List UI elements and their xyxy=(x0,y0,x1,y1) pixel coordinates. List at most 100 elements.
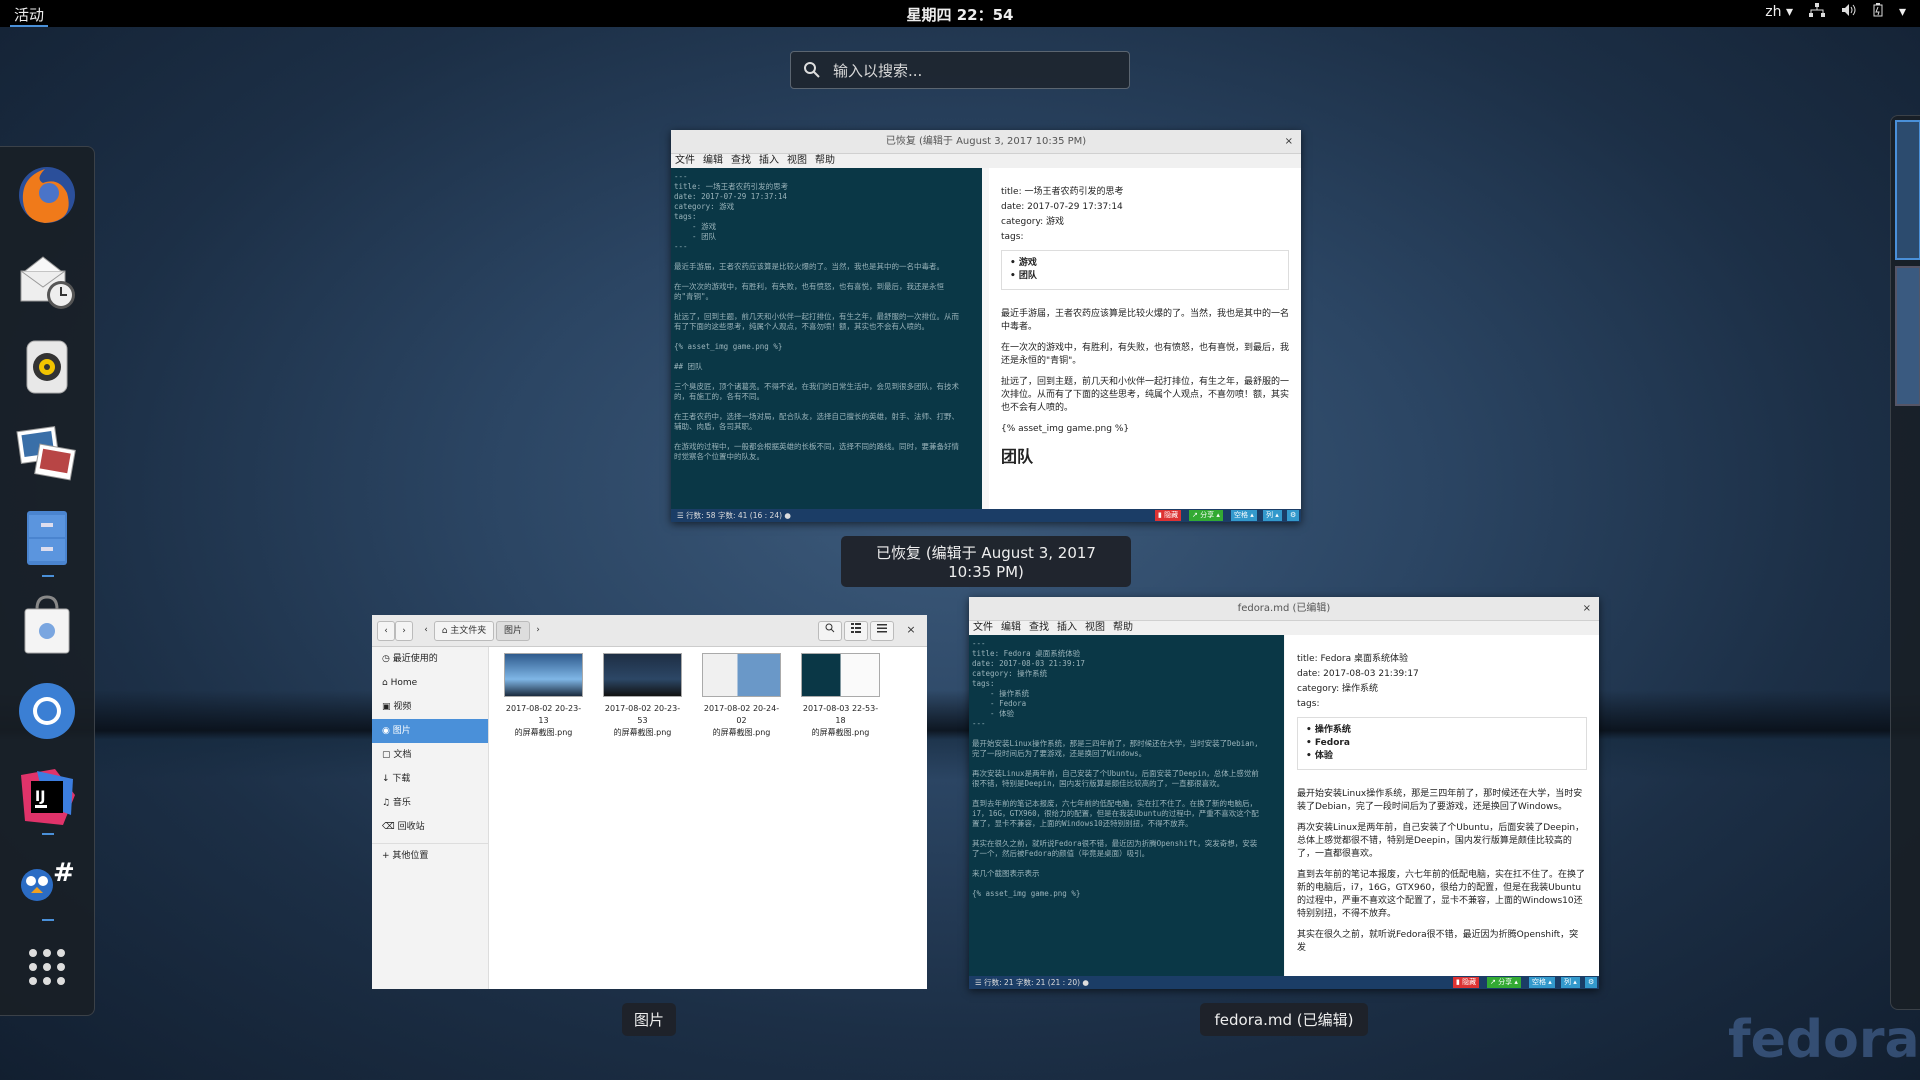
language-indicator[interactable]: zh ▾ xyxy=(1765,4,1793,20)
window-titlebar[interactable]: fedora.md (已编辑) × xyxy=(969,597,1599,621)
hide-button[interactable]: ▮ 隐藏 xyxy=(1453,977,1480,988)
close-icon[interactable]: × xyxy=(902,621,920,641)
file-thumbnail xyxy=(504,653,583,697)
window-caption[interactable]: fedora.md (已编辑) xyxy=(1200,1003,1368,1036)
columns-button[interactable]: 列 ▴ xyxy=(1263,510,1282,521)
sidebar-item-pictures[interactable]: ◉ 图片 xyxy=(372,719,488,743)
share-button[interactable]: ↗ 分享 ▴ xyxy=(1487,977,1521,988)
battery-icon[interactable] xyxy=(1873,3,1883,21)
preview-tag-list: • 游戏 • 团队 xyxy=(1001,250,1289,290)
file-item[interactable]: 2017-08-02 20-24-02 的屏幕截图.png xyxy=(702,653,781,739)
view-mode-button[interactable] xyxy=(844,621,868,641)
menu-file[interactable]: 文件 xyxy=(675,154,695,168)
sidebar-item-home[interactable]: ⌂ Home xyxy=(372,671,488,695)
monodevelop-icon[interactable]: # xyxy=(15,851,79,915)
menu-edit[interactable]: 编辑 xyxy=(703,154,723,168)
window-titlebar[interactable]: 已恢复 (编辑于 August 3, 2017 10:35 PM) × xyxy=(671,130,1301,154)
file-item[interactable]: 2017-08-03 22-53-18 的屏幕截图.png xyxy=(801,653,880,739)
sidebar-item-documents[interactable]: ▢ 文档 xyxy=(372,743,488,767)
file-thumbnail xyxy=(702,653,781,697)
preview-tag: 团队 xyxy=(1018,271,1037,281)
preview-date-line: date: 2017-08-03 21:39:17 xyxy=(1297,669,1419,679)
file-name: 2017-08-03 22-53-18 的屏幕截图.png xyxy=(802,704,879,737)
sidebar-item-recent[interactable]: ◷ 最近使用的 xyxy=(372,647,488,671)
fedora-watermark: fedora xyxy=(1728,1010,1920,1070)
hide-button[interactable]: ▮ 隐藏 xyxy=(1155,510,1182,521)
software-bag-icon[interactable] xyxy=(15,593,79,657)
menu-find[interactable]: 查找 xyxy=(1029,621,1049,635)
files-headerbar[interactable]: ‹ › ‹ ⌂ 主文件夹 图片 › × xyxy=(372,615,927,647)
window-caption[interactable]: 已恢复 (编辑于 August 3, 2017 10:35 PM) xyxy=(841,536,1131,587)
preview-paragraph: 最开始安装Linux操作系统，那是三四年前了，那时候还在大学，当时安装了Debi… xyxy=(1297,789,1583,812)
top-bar: 活动 星期四 22：54 zh ▾ ▾ xyxy=(0,0,1920,27)
preview-paragraph: {% asset_img game.png %} xyxy=(1001,424,1130,434)
preview-title-line: title: 一场王者农药引发的思考 xyxy=(1001,187,1124,197)
file-item[interactable]: 2017-08-02 20-23-53 的屏幕截图.png xyxy=(603,653,682,739)
status-bar: ☰ 行数: 21 字数: 21 (21 : 20) ● ▮ 隐藏 ↗ 分享 ▴ … xyxy=(969,976,1599,989)
network-icon[interactable] xyxy=(1808,3,1825,21)
workspace-thumbnail[interactable] xyxy=(1895,266,1920,406)
crumb-scroll-right[interactable]: › xyxy=(532,621,544,641)
close-icon[interactable]: × xyxy=(1285,130,1293,154)
editor-window-recovered[interactable]: 已恢复 (编辑于 August 3, 2017 10:35 PM) × 文件 编… xyxy=(671,130,1301,522)
markdown-editor[interactable]: --- title: 一场王者农药引发的思考 date: 2017-07-29 … xyxy=(671,168,982,509)
system-tray[interactable]: zh ▾ ▾ xyxy=(1765,3,1906,21)
search-placeholder: 输入以搜索... xyxy=(833,61,923,80)
search-entry[interactable]: 输入以搜索... xyxy=(790,51,1130,89)
preview-title-line: title: Fedora 桌面系统体验 xyxy=(1297,654,1409,664)
intellij-idea-icon[interactable]: IJ xyxy=(15,765,79,829)
preview-paragraph: 其实在很久之前，就听说Fedora很不错，最近因为折腾Openshift，突发 xyxy=(1297,930,1579,953)
menu-view[interactable]: 视图 xyxy=(787,154,807,168)
markdown-editor[interactable]: --- title: Fedora 桌面系统体验 date: 2017-08-0… xyxy=(969,635,1284,976)
activities-button[interactable]: 活动 xyxy=(10,4,49,27)
forward-button[interactable]: › xyxy=(395,621,413,641)
markdown-preview: title: 一场王者农药引发的思考 date: 2017-07-29 17:3… xyxy=(989,168,1301,509)
search-button[interactable] xyxy=(818,621,842,641)
settings-gear-icon[interactable]: ⚙ xyxy=(1287,510,1300,521)
spaces-button[interactable]: 空格 ▴ xyxy=(1529,977,1555,988)
mail-clock-icon[interactable] xyxy=(15,249,79,313)
sidebar-item-videos[interactable]: ▣ 视频 xyxy=(372,695,488,719)
file-item[interactable]: 2017-08-02 20-23-13 的屏幕截图.png xyxy=(504,653,583,739)
back-button[interactable]: ‹ xyxy=(377,621,395,641)
menu-file[interactable]: 文件 xyxy=(973,621,993,635)
editor-window-fedora[interactable]: fedora.md (已编辑) × 文件 编辑 查找 插入 视图 帮助 --- … xyxy=(969,597,1599,989)
menu-help[interactable]: 帮助 xyxy=(1113,621,1133,635)
volume-icon[interactable] xyxy=(1841,3,1857,21)
menu-help[interactable]: 帮助 xyxy=(815,154,835,168)
spaces-button[interactable]: 空格 ▴ xyxy=(1231,510,1257,521)
settings-gear-icon[interactable]: ⚙ xyxy=(1585,977,1598,988)
firefox-icon[interactable] xyxy=(15,163,79,227)
shotwell-icon[interactable] xyxy=(15,421,79,485)
columns-button[interactable]: 列 ▴ xyxy=(1561,977,1580,988)
sidebar-item-other-locations[interactable]: + 其他位置 xyxy=(372,843,488,867)
chromium-icon[interactable] xyxy=(15,679,79,743)
menu-find[interactable]: 查找 xyxy=(731,154,751,168)
sidebar-item-music[interactable]: ♫ 音乐 xyxy=(372,791,488,815)
status-text: ☰ 行数: 58 字数: 41 (16 : 24) ● xyxy=(677,511,791,520)
close-icon[interactable]: × xyxy=(1583,597,1591,621)
window-caption[interactable]: 图片 xyxy=(622,1003,676,1036)
window-title: 已恢复 (编辑于 August 3, 2017 10:35 PM) xyxy=(885,136,1087,147)
clock[interactable]: 星期四 22：54 xyxy=(907,4,1014,25)
workspace-thumbnail-active[interactable] xyxy=(1895,120,1920,260)
files-cabinet-icon[interactable] xyxy=(15,507,79,571)
breadcrumb-current[interactable]: 图片 xyxy=(496,621,530,641)
crumb-scroll-left[interactable]: ‹ xyxy=(420,621,432,641)
sidebar-item-trash[interactable]: ⌫ 回收站 xyxy=(372,815,488,839)
menu-edit[interactable]: 编辑 xyxy=(1001,621,1021,635)
system-menu-chevron-icon[interactable]: ▾ xyxy=(1899,4,1906,20)
running-indicator xyxy=(42,919,54,921)
status-text: ☰ 行数: 21 字数: 21 (21 : 20) ● xyxy=(975,978,1089,987)
share-button[interactable]: ↗ 分享 ▴ xyxy=(1189,510,1223,521)
sidebar-item-downloads[interactable]: ↓ 下载 xyxy=(372,767,488,791)
menu-button[interactable] xyxy=(870,621,894,641)
breadcrumb-home[interactable]: ⌂ 主文件夹 xyxy=(434,621,494,641)
menu-view[interactable]: 视图 xyxy=(1085,621,1105,635)
rhythmbox-icon[interactable] xyxy=(15,335,79,399)
show-apps-grid-icon[interactable] xyxy=(15,937,79,1001)
files-window[interactable]: ‹ › ‹ ⌂ 主文件夹 图片 › × ◷ 最近使用的 ⌂ Home ▣ 视频 … xyxy=(372,615,927,989)
menu-insert[interactable]: 插入 xyxy=(759,154,779,168)
menu-insert[interactable]: 插入 xyxy=(1057,621,1077,635)
preview-category-line: category: 游戏 xyxy=(1001,217,1065,227)
